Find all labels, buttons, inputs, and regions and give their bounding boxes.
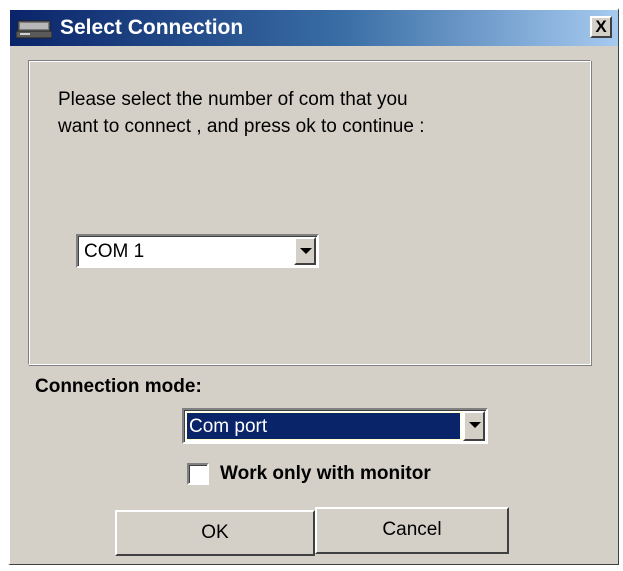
connection-mode-dropdown-button[interactable] <box>463 411 485 441</box>
connection-mode-select[interactable]: Com port <box>182 408 488 444</box>
title-bar[interactable]: Select Connection X <box>10 10 618 46</box>
close-icon: X <box>595 17 607 36</box>
cancel-button[interactable]: Cancel <box>315 507 509 554</box>
instruction-line-2: want to connect , and press ok to contin… <box>58 116 425 137</box>
ok-button[interactable]: OK <box>115 510 315 556</box>
connection-mode-label: Connection mode: <box>35 376 202 397</box>
close-button[interactable]: X <box>590 16 612 38</box>
work-only-with-monitor-checkbox[interactable] <box>187 463 209 485</box>
chevron-down-icon <box>469 422 481 428</box>
connection-mode-selection: Com port <box>186 412 461 440</box>
dialog-title: Select Connection <box>60 16 244 39</box>
computer-icon <box>15 19 53 39</box>
com-port-value: COM 1 <box>84 241 145 262</box>
instruction-text: Please select the number of com that you… <box>58 86 518 140</box>
com-port-dropdown-button[interactable] <box>294 237 316 265</box>
connection-mode-value: Com port <box>189 416 268 437</box>
com-port-select[interactable]: COM 1 <box>76 234 319 268</box>
work-only-with-monitor-label[interactable]: Work only with monitor <box>220 463 431 485</box>
select-connection-dialog: Select Connection X Please select the nu… <box>8 8 619 565</box>
chevron-down-icon <box>300 248 312 254</box>
instruction-line-1: Please select the number of com that you <box>58 89 408 110</box>
